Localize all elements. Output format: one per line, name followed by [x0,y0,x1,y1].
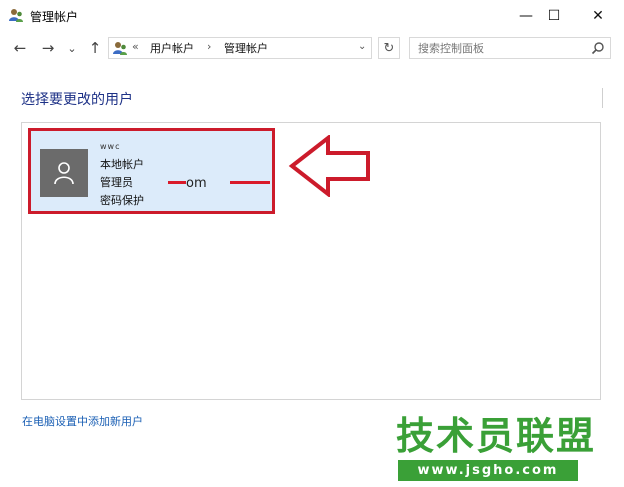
highlight-box [28,128,275,214]
address-dropdown-icon[interactable]: ⌄ [358,41,366,52]
breadcrumb-user-accounts[interactable]: 用户帐户 [150,40,194,56]
up-button[interactable]: ↑ [84,37,106,59]
search-icon[interactable] [591,41,605,55]
user-accounts-icon [9,9,23,22]
address-overflow-chevron[interactable]: « [132,40,139,53]
watermark-title: 技术员联盟 [396,414,597,458]
recent-locations-button[interactable]: ⌄ [61,37,83,59]
window-title: 管理帐户 [30,10,79,24]
breadcrumb-separator: › [207,40,212,53]
close-button[interactable]: ✕ [578,0,618,32]
refresh-button[interactable]: ↻ [378,37,400,59]
maximize-button[interactable]: ☐ [534,0,574,32]
forward-button[interactable]: → [37,37,59,59]
watermark-url: www.jsgho.com [398,460,578,481]
page-heading: 选择要更改的用户 [21,92,133,108]
user-accounts-icon [113,42,127,55]
pointer-arrow-icon [288,135,370,197]
back-button[interactable]: ← [9,37,31,59]
add-new-user-link[interactable]: 在电脑设置中添加新用户 [22,413,143,429]
search-placeholder: 搜索控制面板 [418,42,484,55]
breadcrumb-manage-accounts[interactable]: 管理帐户 [224,40,268,56]
divider [598,88,603,108]
